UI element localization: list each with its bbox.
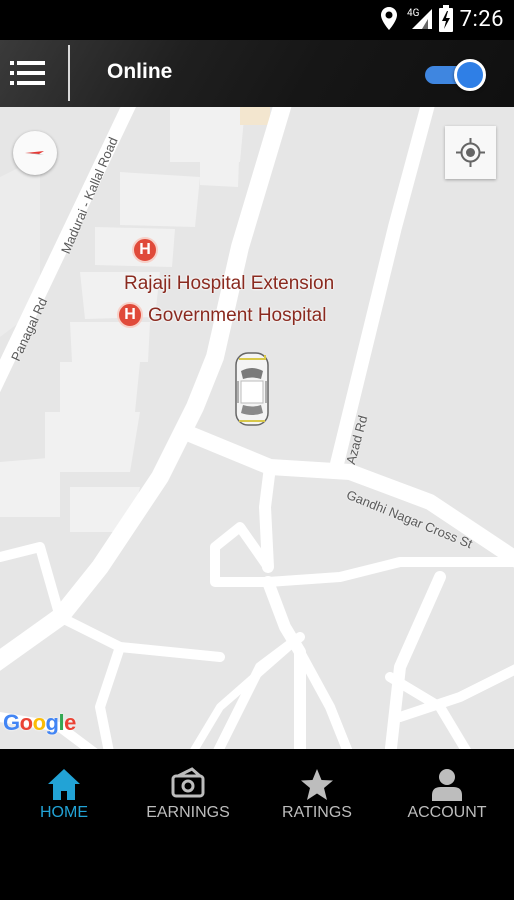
my-location-button[interactable] bbox=[445, 126, 496, 179]
compass-icon bbox=[25, 151, 44, 155]
car-icon bbox=[235, 352, 269, 426]
nav-ratings[interactable]: RATINGS bbox=[253, 749, 381, 849]
map-view[interactable]: Madurai - Kallal Road Panagal Rd Azad Rd… bbox=[0, 107, 514, 749]
star-icon bbox=[301, 769, 333, 800]
bottom-navigation: HOME EARNINGS RATINGS ACCOUNT bbox=[0, 749, 514, 900]
hospital-icon[interactable]: H bbox=[132, 237, 158, 263]
place-label[interactable]: Rajaji Hospital Extension bbox=[124, 273, 334, 295]
online-toggle[interactable] bbox=[421, 58, 486, 91]
compass-button[interactable] bbox=[13, 131, 57, 175]
clock: 7:26 bbox=[459, 7, 504, 32]
location-icon bbox=[381, 7, 397, 30]
app-bar-divider bbox=[68, 45, 70, 101]
account-icon bbox=[432, 769, 462, 801]
battery-charging-icon bbox=[439, 5, 453, 32]
nav-earnings-label: EARNINGS bbox=[146, 804, 230, 821]
toggle-thumb bbox=[454, 59, 486, 91]
nav-home[interactable]: HOME bbox=[0, 749, 128, 849]
nav-account[interactable]: ACCOUNT bbox=[383, 749, 511, 849]
crosshair-icon bbox=[456, 138, 485, 167]
hospital-icon[interactable]: H bbox=[117, 302, 143, 328]
hamburger-menu-icon[interactable] bbox=[10, 59, 46, 87]
app-bar: Online bbox=[0, 40, 514, 107]
nav-earnings[interactable]: EARNINGS bbox=[124, 749, 252, 849]
nav-ratings-label: RATINGS bbox=[282, 804, 352, 821]
nav-account-label: ACCOUNT bbox=[407, 804, 487, 821]
home-icon bbox=[48, 769, 80, 800]
nav-home-label: HOME bbox=[40, 804, 88, 821]
signal-icon bbox=[412, 9, 432, 29]
place-label[interactable]: Government Hospital bbox=[148, 305, 326, 327]
online-status-label: Online bbox=[107, 60, 173, 83]
status-bar: 4G 7:26 bbox=[0, 0, 514, 40]
google-attribution: Google bbox=[3, 710, 76, 735]
earnings-icon bbox=[171, 767, 205, 798]
